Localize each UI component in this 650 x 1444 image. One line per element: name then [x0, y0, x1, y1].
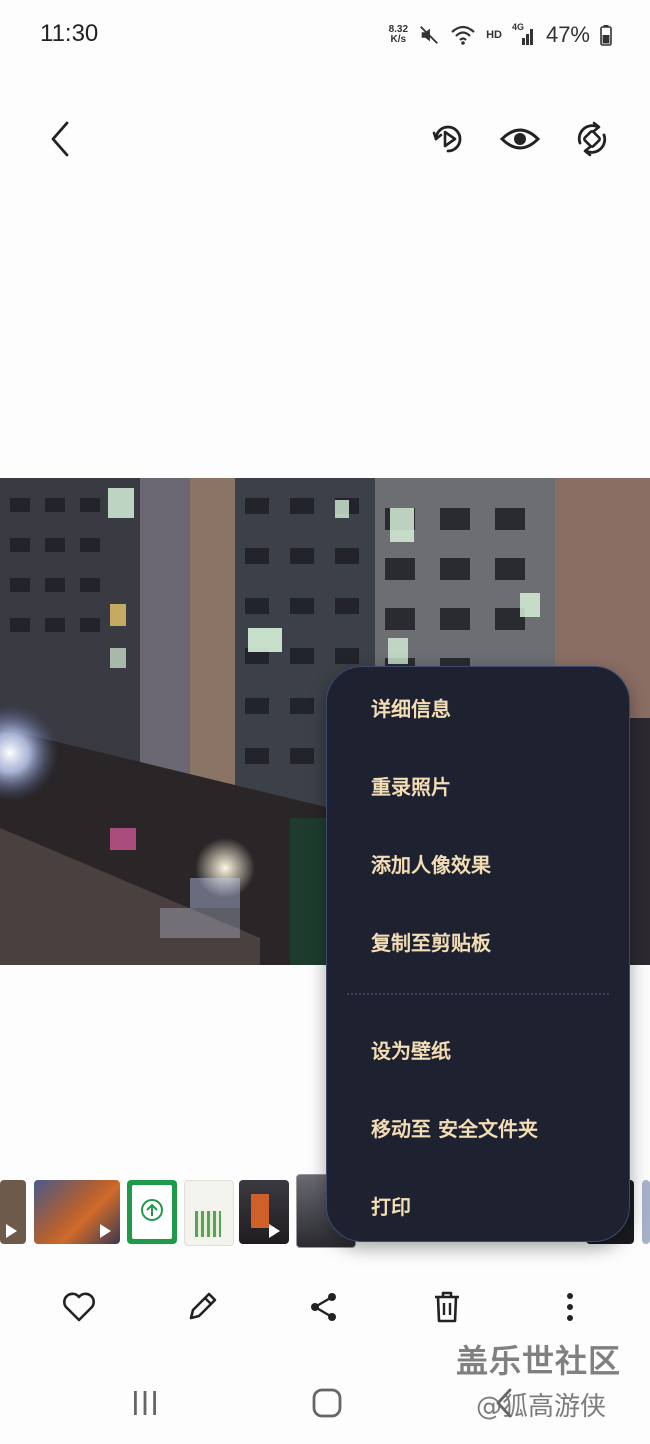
menu-divider [347, 993, 609, 995]
rotate-button[interactable] [566, 113, 618, 165]
play-icon [6, 1224, 17, 1238]
battery-icon [600, 25, 612, 46]
watermark-title: 盖乐世社区 [456, 1342, 622, 1380]
menu-item-move-to-secure-folder[interactable]: 移动至 安全文件夹 [371, 1113, 538, 1142]
menu-item-print[interactable]: 打印 [371, 1191, 411, 1220]
home-button[interactable] [310, 1386, 344, 1420]
view-button[interactable] [494, 113, 546, 165]
mute-icon [420, 26, 438, 44]
motion-play-icon [432, 125, 462, 153]
status-bar: 11:30 8.32 K/s HD 4G 47% [0, 0, 650, 72]
delete-icon [435, 1291, 459, 1323]
status-time: 11:30 [40, 20, 99, 47]
up-arrow-icon [141, 1199, 163, 1221]
network-speed: 8.32 K/s [388, 24, 409, 45]
play-icon [100, 1224, 111, 1238]
rotate-icon [577, 121, 607, 157]
more-options-menu: 详细信息 重录照片 添加人像效果 复制至剪贴板 设为壁纸 移动至 安全文件夹 打… [326, 666, 630, 1242]
signal-icon [521, 29, 533, 45]
heart-icon [63, 1292, 95, 1322]
signal-indicator: 4G [512, 22, 536, 46]
back-button[interactable] [34, 113, 86, 165]
status-icons: 8.32 K/s HD 4G 47% [389, 22, 612, 48]
thumbnail[interactable] [184, 1180, 234, 1246]
thumbnail[interactable] [642, 1180, 650, 1244]
motion-photo-button[interactable] [422, 113, 474, 165]
battery-percent: 47% [545, 22, 590, 47]
menu-item-retake-photo[interactable]: 重录照片 [371, 771, 451, 800]
edit-icon [189, 1292, 217, 1320]
share-icon [311, 1293, 336, 1321]
watermark-author: @狐高游侠 [476, 1392, 607, 1422]
play-icon [269, 1224, 280, 1238]
recents-icon [134, 1391, 156, 1415]
delete-button[interactable] [422, 1282, 472, 1332]
more-options-button[interactable] [545, 1282, 595, 1332]
back-icon [51, 121, 69, 157]
thumbnail[interactable] [127, 1180, 177, 1244]
favorite-button[interactable] [54, 1282, 104, 1332]
menu-item-add-portrait-effect[interactable]: 添加人像效果 [371, 849, 491, 878]
home-icon [312, 1388, 342, 1418]
recents-button[interactable] [128, 1388, 162, 1418]
menu-item-copy-to-clipboard[interactable]: 复制至剪贴板 [371, 927, 491, 956]
more-icon [567, 1293, 573, 1321]
thumbnail[interactable] [34, 1180, 120, 1244]
wifi-icon [451, 25, 475, 45]
share-button[interactable] [299, 1282, 349, 1332]
thumbnail[interactable] [239, 1180, 289, 1244]
hd-badge: HD [486, 29, 502, 41]
edit-button[interactable] [177, 1282, 227, 1332]
eye-icon [499, 128, 541, 150]
thumbnail[interactable] [0, 1180, 26, 1244]
menu-item-set-wallpaper[interactable]: 设为壁纸 [371, 1035, 451, 1064]
bottom-action-bar [0, 1270, 650, 1342]
menu-item-details[interactable]: 详细信息 [371, 693, 451, 722]
